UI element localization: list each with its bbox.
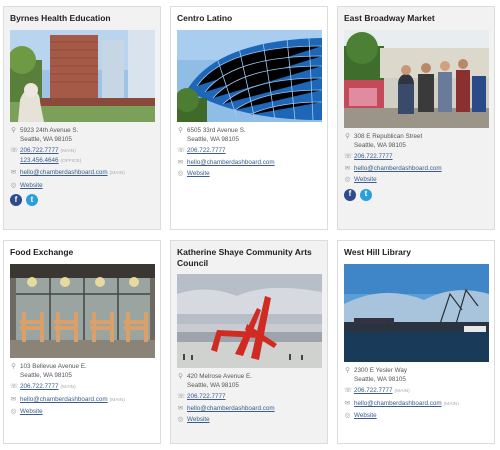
address-line-2: Seattle, WA 98105: [187, 381, 239, 389]
phone-tag: (MAIN): [60, 385, 76, 390]
email-tag: (MAIN): [109, 171, 125, 176]
listing-title[interactable]: East Broadway Market: [344, 13, 488, 24]
email-icon: ✉: [10, 395, 17, 403]
phone-link[interactable]: 206.722.7777: [354, 387, 393, 394]
email-link[interactable]: hello@chamberdashboard.com: [354, 400, 442, 407]
email-link[interactable]: hello@chamberdashboard.com: [187, 405, 275, 414]
location-pin-icon: ⚲: [345, 367, 350, 374]
address-line-2: Seattle, WA 98105: [354, 141, 406, 149]
listing-card: East Broadway Market ⚲ 308 E Republican …: [337, 6, 495, 230]
address-line-2: Seattle, WA 98105: [20, 135, 72, 143]
listing-photo[interactable]: [10, 30, 155, 122]
globe-icon: ◎: [177, 170, 184, 177]
website-link[interactable]: Website: [354, 176, 377, 185]
phone-link[interactable]: 206.722.7777: [187, 147, 226, 156]
globe-icon: ◎: [344, 412, 351, 419]
listing-card: West Hill Library ⚲ 2300 E Yesler Way Se…: [337, 240, 495, 444]
twitter-icon[interactable]: t: [26, 194, 38, 206]
email-link[interactable]: hello@chamberdashboard.com: [187, 159, 275, 168]
phone-link[interactable]: 206.722.7777: [187, 393, 226, 402]
phone-icon: ☏: [10, 147, 19, 154]
email-link[interactable]: hello@chamberdashboard.com: [20, 169, 108, 176]
email-icon: ✉: [177, 404, 184, 412]
email-link[interactable]: hello@chamberdashboard.com: [20, 396, 108, 403]
phone-icon: ☏: [177, 147, 186, 154]
phone-icon: ☏: [344, 153, 353, 160]
listing-title[interactable]: West Hill Library: [344, 247, 488, 258]
listing-title[interactable]: Katherine Shaye Community Arts Council: [177, 247, 321, 269]
globe-icon: ◎: [177, 416, 184, 423]
phone-icon: ☏: [177, 393, 186, 400]
listing-photo[interactable]: [344, 264, 489, 362]
location-pin-icon: ⚲: [345, 133, 350, 140]
listing-card: Food Exchange ⚲ 103 Bellevue Avenue E. S…: [3, 240, 161, 444]
listing-photo[interactable]: [177, 30, 322, 122]
address-line-1: 2300 E Yesler Way: [354, 367, 407, 374]
address-line-2: Seattle, WA 98105: [187, 135, 239, 143]
website-link[interactable]: Website: [187, 170, 210, 179]
email-tag: (MAIN): [443, 401, 459, 407]
globe-icon: ◎: [10, 181, 17, 189]
listing-photo[interactable]: [10, 264, 155, 358]
globe-icon: ◎: [10, 408, 17, 415]
phone-tag: (MAIN): [394, 389, 410, 394]
phone-link[interactable]: 206.722.7777: [20, 383, 59, 390]
phone-link[interactable]: 206.722.7777: [354, 153, 393, 162]
email-tag: (MAIN): [109, 397, 125, 403]
location-pin-icon: ⚲: [178, 373, 183, 380]
listing-photo[interactable]: [177, 274, 322, 368]
twitter-icon[interactable]: t: [360, 188, 372, 201]
address-line-1: 103 Bellevue Avenue E.: [20, 363, 87, 370]
email-link[interactable]: hello@chamberdashboard.com: [354, 165, 442, 174]
location-pin-icon: ⚲: [178, 127, 183, 134]
address-line-1: 420 Melrose Avenue E.: [187, 373, 252, 380]
phone-tag: (MAIN): [60, 149, 76, 154]
facebook-icon[interactable]: f: [344, 188, 356, 201]
phone-icon: ☏: [10, 383, 19, 390]
facebook-icon[interactable]: f: [10, 194, 22, 206]
listing-card: Katherine Shaye Community Arts Council ⚲…: [170, 240, 328, 444]
listing-photo[interactable]: [344, 30, 489, 128]
location-pin-icon: ⚲: [11, 363, 16, 370]
address-line-1: 6505 33rd Avenue S.: [187, 127, 246, 134]
listing-title[interactable]: Food Exchange: [10, 247, 154, 258]
phone-link[interactable]: 206.722.7777: [20, 147, 59, 154]
website-link[interactable]: Website: [354, 412, 377, 421]
email-icon: ✉: [344, 164, 351, 172]
globe-icon: ◎: [344, 176, 351, 183]
phone-link[interactable]: 123.456.4646: [20, 157, 59, 164]
phone-icon: ☏: [344, 387, 353, 394]
email-icon: ✉: [344, 399, 351, 407]
listing-card: Byrnes Health Education ⚲ 5923 24th Aven…: [3, 6, 161, 230]
address-line-1: 5923 24th Avenue S.: [20, 127, 79, 134]
address-line-2: Seattle, WA 98105: [354, 375, 406, 383]
email-icon: ✉: [177, 158, 184, 166]
website-link[interactable]: Website: [20, 182, 43, 191]
address-line-2: Seattle, WA 98105: [20, 371, 72, 379]
address-line-1: 308 E Republican Street: [354, 133, 423, 140]
website-link[interactable]: Website: [20, 408, 43, 417]
listing-card: Centro Latino ⚲ 6505 33rd Avenue S. Seat…: [170, 6, 328, 230]
location-pin-icon: ⚲: [11, 127, 16, 134]
listing-title[interactable]: Byrnes Health Education: [10, 13, 154, 24]
phone-tag: (OFFICE): [60, 158, 82, 164]
email-icon: ✉: [10, 169, 17, 176]
listing-title[interactable]: Centro Latino: [177, 13, 321, 24]
website-link[interactable]: Website: [187, 416, 210, 425]
